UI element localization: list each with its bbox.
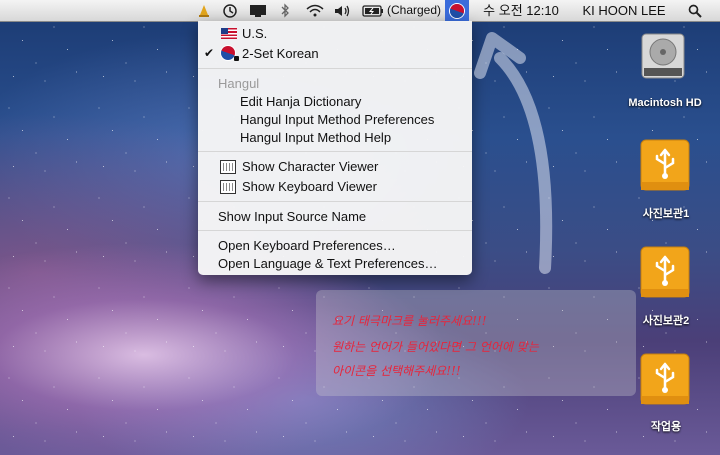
character-viewer-icon <box>220 160 236 174</box>
korean-input-icon <box>221 46 239 61</box>
menu-item-keyboard-prefs[interactable]: Open Keyboard Preferences… <box>198 236 472 255</box>
display-icon[interactable] <box>247 0 269 21</box>
us-flag-icon <box>221 28 237 39</box>
desktop-label-photo-archive-2[interactable]: 사진보관2 <box>626 312 706 328</box>
menubar-user[interactable]: KI HOON LEE <box>574 0 674 21</box>
menu-item-korean[interactable]: ✔ 2-Set Korean <box>198 44 472 63</box>
bell-icon[interactable] <box>196 0 212 21</box>
menu-bar: (Charged) 수 오전 12:10 KI HOON LEE <box>0 0 720 22</box>
menu-separator <box>198 151 472 152</box>
usb-drive-icon[interactable] <box>639 243 691 301</box>
menu-separator <box>198 201 472 202</box>
menu-item-character-viewer[interactable]: Show Character Viewer <box>198 157 472 176</box>
annotation-line: 요기 태극마크를 눌러주세요!!! <box>332 314 487 328</box>
menu-item-language-text-prefs[interactable]: Open Language & Text Preferences… <box>198 254 472 273</box>
annotation-line: 아이콘을 선택해주세요!!! <box>332 364 461 378</box>
spotlight-search-icon[interactable] <box>683 0 707 21</box>
menu-item-keyboard-viewer[interactable]: Show Keyboard Viewer <box>198 177 472 196</box>
desktop-label-work[interactable]: 작업용 <box>626 418 706 434</box>
menu-separator <box>198 68 472 69</box>
bluetooth-icon[interactable] <box>276 0 294 21</box>
annotation-arrow <box>474 32 553 274</box>
menu-item-show-input-source-name[interactable]: Show Input Source Name <box>198 207 472 226</box>
menu-item-us[interactable]: U.S. <box>198 24 472 43</box>
desktop-label-photo-archive-1[interactable]: 사진보관1 <box>626 205 706 221</box>
menu-item-hangul-help[interactable]: Hangul Input Method Help <box>198 128 472 147</box>
keyboard-viewer-icon <box>220 180 236 194</box>
annotation-line: 원하는 언어가 들어있다면 그 언어에 맞는 <box>332 340 539 354</box>
time-machine-icon[interactable] <box>219 0 241 21</box>
hard-drive-icon[interactable] <box>638 30 688 82</box>
checkmark-icon: ✔ <box>204 46 215 60</box>
menubar-clock[interactable]: 수 오전 12:10 <box>478 0 564 21</box>
usb-drive-icon[interactable] <box>639 136 691 194</box>
menu-section-header: Hangul <box>218 76 260 91</box>
wifi-icon[interactable] <box>302 0 328 21</box>
input-source-menu: U.S. ✔ 2-Set Korean Hangul Edit Hanja Di… <box>198 21 472 275</box>
menu-separator <box>198 230 472 231</box>
volume-icon[interactable] <box>332 0 354 21</box>
desktop-label-macintosh-hd[interactable]: Macintosh HD <box>616 97 714 109</box>
usb-drive-icon[interactable] <box>639 350 691 408</box>
input-source-menu-icon[interactable] <box>445 0 469 21</box>
menu-item-edit-hanja[interactable]: Edit Hanja Dictionary <box>198 92 472 111</box>
battery-status[interactable]: (Charged) <box>386 0 442 21</box>
battery-icon[interactable] <box>361 0 385 21</box>
menu-item-hangul-prefs[interactable]: Hangul Input Method Preferences <box>198 110 472 129</box>
